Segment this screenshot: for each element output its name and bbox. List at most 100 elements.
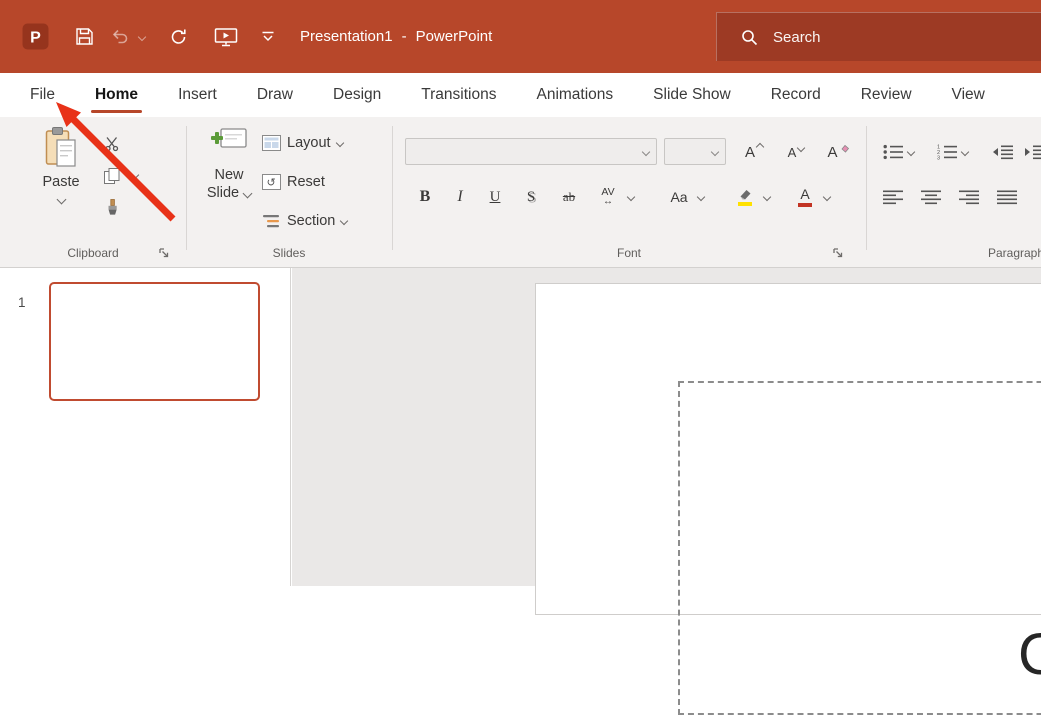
numbering-button[interactable]: 1 2 3	[934, 138, 960, 166]
tab-animations[interactable]: Animations	[516, 73, 633, 117]
tab-record[interactable]: Record	[751, 73, 841, 117]
numbering-dropdown-chevron-icon[interactable]	[961, 148, 969, 156]
font-color-glyph: A	[800, 187, 809, 202]
section-icon	[262, 213, 281, 229]
reset-button[interactable]: ↺ Reset	[262, 169, 325, 195]
start-presentation-button[interactable]	[205, 0, 247, 73]
font-color-swatch	[798, 203, 812, 207]
shrink-font-glyph: A	[788, 145, 797, 160]
increase-indent-button[interactable]	[1022, 138, 1041, 166]
document-title: Presentation1	[300, 28, 393, 45]
align-right-button[interactable]	[956, 183, 982, 211]
bullets-button[interactable]	[880, 138, 906, 166]
highlight-color-swatch	[738, 202, 752, 206]
bold-button[interactable]: B	[412, 183, 438, 211]
layout-button[interactable]: Layout	[262, 130, 343, 156]
align-left-button[interactable]	[880, 183, 906, 211]
search-input[interactable]	[771, 28, 1015, 47]
new-slide-button[interactable]: New Slide	[194, 126, 264, 201]
slide-thumbnail-pane: 1	[0, 268, 291, 586]
decrease-font-size-button[interactable]: A	[778, 138, 814, 166]
underline-button[interactable]: U	[482, 183, 508, 211]
title-placeholder-text: Click to add title	[1018, 621, 1041, 688]
chevron-down-icon	[340, 217, 348, 225]
window-title: Presentation1 - PowerPoint	[300, 0, 492, 73]
bullets-dropdown-chevron-icon[interactable]	[907, 148, 915, 156]
undo-dropdown-button[interactable]	[135, 0, 149, 73]
tab-file[interactable]: File	[10, 73, 75, 117]
tab-design[interactable]: Design	[313, 73, 401, 117]
tab-view[interactable]: View	[932, 73, 1005, 117]
chevron-down-icon	[138, 32, 146, 40]
justify-button[interactable]	[994, 183, 1020, 211]
slides-group: New Slide Layout ↺ Reset	[186, 117, 392, 267]
align-center-icon	[921, 189, 941, 205]
copy-icon	[103, 167, 121, 185]
tab-home[interactable]: Home	[75, 73, 158, 117]
paste-icon	[44, 126, 78, 168]
dialog-launcher-icon	[158, 247, 170, 259]
customize-quick-access-toolbar-button[interactable]	[252, 0, 284, 73]
format-painter-button[interactable]	[97, 194, 127, 222]
eraser-icon	[839, 144, 849, 153]
slideshow-icon	[214, 26, 238, 47]
clear-formatting-button[interactable]: A	[820, 138, 856, 166]
font-group: A A A B I U S ab AV ↔ Aa	[392, 117, 866, 267]
case-dropdown-chevron-icon[interactable]	[697, 193, 705, 201]
text-highlight-button[interactable]	[730, 183, 760, 211]
clipboard-group: Paste Clipboard	[0, 117, 186, 267]
highlight-dropdown-chevron-icon[interactable]	[763, 193, 771, 201]
clipboard-dialog-launcher[interactable]	[158, 246, 170, 258]
chevron-down-icon	[642, 148, 650, 156]
decrease-indent-button[interactable]	[990, 138, 1016, 166]
search-box[interactable]	[716, 12, 1041, 61]
bullet-list-icon	[883, 144, 904, 160]
font-name-combobox[interactable]	[405, 138, 657, 165]
slides-group-label: Slides	[186, 246, 392, 260]
svg-text:P: P	[30, 30, 41, 47]
italic-button[interactable]: I	[448, 183, 472, 211]
save-button[interactable]	[66, 0, 102, 73]
section-button[interactable]: Section	[262, 208, 347, 234]
decrease-indent-icon	[992, 144, 1014, 160]
new-slide-label-line2: Slide	[207, 185, 239, 201]
redo-button[interactable]	[158, 0, 200, 73]
strikethrough-button[interactable]: ab	[554, 183, 584, 211]
spacing-dropdown-chevron-icon[interactable]	[627, 193, 635, 201]
tab-review[interactable]: Review	[841, 73, 932, 117]
font-color-dropdown-chevron-icon[interactable]	[823, 193, 831, 201]
chevron-down-icon	[56, 195, 66, 205]
slide-thumbnail[interactable]	[49, 282, 260, 401]
cut-button[interactable]	[97, 130, 127, 158]
title-separator: -	[402, 28, 407, 45]
copy-button[interactable]	[97, 162, 127, 190]
text-shadow-button[interactable]: S	[518, 183, 544, 211]
reset-label: Reset	[287, 174, 325, 190]
ribbon-tab-bar: File Home Insert Draw Design Transitions…	[0, 73, 1041, 117]
increase-font-size-button[interactable]: A	[736, 138, 772, 166]
svg-text:3: 3	[937, 155, 940, 160]
title-placeholder-box[interactable]: Click to add title	[678, 381, 1041, 715]
numbered-list-icon: 1 2 3	[937, 144, 958, 160]
tab-slide-show[interactable]: Slide Show	[633, 73, 751, 117]
font-size-combobox[interactable]	[664, 138, 726, 165]
font-dialog-launcher[interactable]	[832, 246, 844, 258]
align-center-button[interactable]	[918, 183, 944, 211]
tab-draw[interactable]: Draw	[237, 73, 313, 117]
layout-label: Layout	[287, 135, 331, 151]
chevron-down-icon	[797, 144, 805, 152]
workspace: 1 Click to add title	[0, 268, 1041, 586]
copy-dropdown-chevron-icon[interactable]	[131, 171, 139, 179]
undo-button[interactable]	[104, 0, 134, 73]
change-case-button[interactable]: Aa	[664, 183, 694, 211]
search-icon	[741, 29, 758, 46]
dialog-launcher-icon	[832, 247, 844, 259]
slide-canvas[interactable]: Click to add title	[535, 283, 1041, 615]
font-color-button[interactable]: A	[790, 183, 820, 211]
character-spacing-button[interactable]: AV ↔	[592, 183, 624, 211]
paste-button[interactable]: Paste	[28, 126, 94, 203]
powerpoint-logo-icon[interactable]: P	[16, 0, 54, 73]
tab-transitions[interactable]: Transitions	[401, 73, 516, 117]
tab-insert[interactable]: Insert	[158, 73, 237, 117]
app-name: PowerPoint	[416, 28, 493, 45]
